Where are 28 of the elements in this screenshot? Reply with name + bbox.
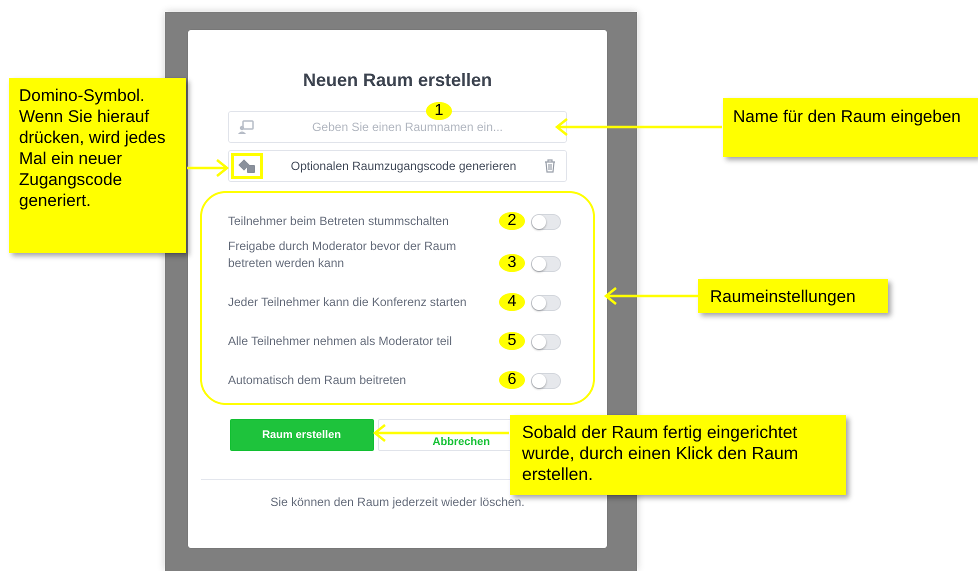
- setting-label: Teilnehmer beim Betreten stummschalten: [228, 213, 450, 230]
- number-marker: 6: [499, 371, 525, 389]
- callout-tooltip: Sobald der Raum fertig eingerichtet wurde, durch einen Klick den Raum erstellen.: [510, 415, 846, 495]
- setting-label: Alle Teilnehmer nehmen als Moderator teil: [228, 333, 453, 350]
- callout-note: Domino-Symbol. Wenn Sie hierauf drücken, wird jedes Mal ein neuer Zugangscode generiert.: [9, 78, 186, 253]
- presenter-icon: [238, 120, 254, 134]
- dice-icon[interactable]: [238, 159, 256, 173]
- toggle-switch[interactable]: [531, 214, 561, 230]
- arrow: [187, 159, 229, 177]
- footer-note: Sie können den Raum jederzeit wieder löschen.: [270, 495, 525, 509]
- setting-label: Jeder Teilnehmer kann die Konferenz starten: [228, 294, 468, 311]
- setting-label: Freigabe durch Moderator bevor der Raum betreten werden kann: [227, 238, 458, 272]
- setting-label: Automatisch dem Raum beitreten: [228, 372, 408, 389]
- callout-note: Raumeinstellungen: [698, 279, 888, 313]
- number-marker: 2: [499, 212, 525, 230]
- create-button[interactable]: Raum erstellen: [230, 419, 374, 451]
- callout-note: Name für den Raum eingeben: [723, 98, 978, 157]
- toggle-switch[interactable]: [531, 256, 561, 272]
- number-marker: 1: [426, 102, 452, 120]
- dialog-title: Neuen Raum erstellen: [302, 70, 492, 91]
- number-marker: 4: [499, 293, 525, 311]
- toggle-switch[interactable]: [531, 373, 561, 389]
- trash-icon[interactable]: [544, 159, 556, 173]
- toggle-switch[interactable]: [531, 334, 561, 350]
- toggle-switch[interactable]: [531, 295, 561, 311]
- number-marker: 5: [499, 332, 525, 350]
- access-code-label: Optionalen Raumzugangscode generieren: [290, 159, 518, 173]
- number-marker: 3: [499, 254, 525, 272]
